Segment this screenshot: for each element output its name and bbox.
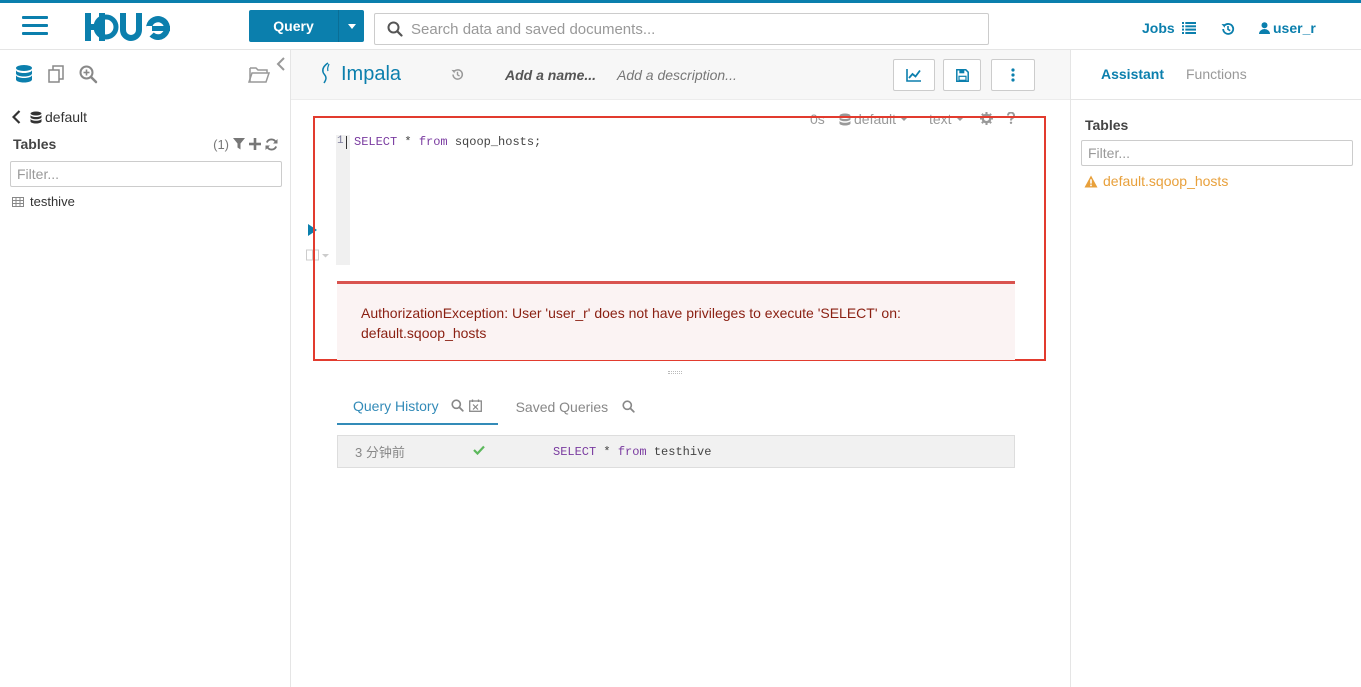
left-assist-panel: default Tables (1) testhive	[0, 50, 291, 687]
filter-icon[interactable]	[233, 138, 245, 150]
table-name: testhive	[30, 194, 75, 209]
right-assist-panel: Assistant Functions Tables default.sqoop…	[1070, 50, 1361, 687]
left-tables-filter-input[interactable]	[10, 161, 282, 187]
calendar-clear-icon[interactable]	[468, 399, 482, 412]
top-navbar: Query Jobs user_r	[0, 0, 1361, 50]
global-search-input[interactable]	[411, 20, 971, 38]
plus-icon[interactable]	[249, 138, 261, 150]
save-icon	[955, 68, 969, 82]
more-vertical-icon	[1011, 68, 1015, 82]
folder-open-icon[interactable]	[248, 64, 270, 84]
back-chevron-icon[interactable]	[12, 110, 21, 124]
editor-area: Impala Add a name... Add a description..…	[291, 50, 1070, 687]
history-query: SELECT * from testhive	[553, 445, 711, 459]
user-menu[interactable]: user_r	[1259, 20, 1316, 36]
refresh-icon[interactable]	[265, 138, 278, 151]
user-name: user_r	[1273, 20, 1316, 36]
resize-handle[interactable]	[668, 371, 682, 374]
search-icon[interactable]	[450, 399, 464, 412]
database-small-icon	[30, 111, 42, 123]
history-row[interactable]: 3 分钟前 SELECT * from testhive	[337, 435, 1015, 468]
database-icon[interactable]	[14, 64, 34, 84]
database-name: default	[45, 109, 88, 125]
user-icon	[1259, 22, 1270, 34]
history-icon[interactable]	[1221, 22, 1235, 36]
bottom-tabs: Query History Saved Queries	[337, 388, 651, 425]
jobs-link[interactable]: Jobs	[1142, 20, 1196, 36]
query-dropdown-toggle[interactable]	[338, 10, 364, 42]
assist-source-switcher	[14, 64, 98, 84]
tables-count: (1)	[213, 136, 229, 152]
query-button[interactable]: Query	[249, 10, 364, 42]
collapse-left-panel-icon[interactable]	[276, 57, 286, 71]
tables-header: Tables (1)	[13, 136, 278, 152]
right-panel-tabs: Assistant Functions	[1071, 50, 1361, 100]
save-button[interactable]	[943, 59, 981, 91]
hamburger-menu-icon[interactable]	[22, 16, 48, 36]
warning-icon	[1084, 175, 1098, 187]
sql-text: testhive	[646, 444, 712, 459]
search-zoom-icon[interactable]	[78, 64, 98, 84]
sql-keyword: SELECT	[553, 444, 597, 459]
sql-keyword: from	[617, 444, 647, 459]
tab-query-history-label: Query History	[353, 397, 439, 414]
line-chart-icon	[906, 69, 921, 82]
tables-title: Tables	[13, 136, 57, 152]
error-text-line-1: AuthorizationException: User 'user_r' do…	[361, 305, 901, 321]
query-description-field[interactable]: Add a description...	[617, 67, 737, 83]
sql-text: *	[596, 444, 618, 459]
right-tables-filter-input[interactable]	[1081, 140, 1353, 166]
more-options-button[interactable]	[991, 59, 1035, 91]
warning-table-item[interactable]: default.sqoop_hosts	[1084, 173, 1228, 189]
global-search[interactable]	[374, 13, 989, 45]
query-name-field[interactable]: Add a name...	[505, 67, 596, 83]
engine-title[interactable]: Impala	[341, 63, 401, 86]
documents-icon[interactable]	[46, 64, 66, 84]
tab-assistant[interactable]: Assistant	[1101, 66, 1164, 82]
right-tables-title: Tables	[1085, 117, 1129, 133]
search-icon	[387, 21, 403, 37]
error-text-line-2: default.sqoop_hosts	[361, 325, 487, 341]
chart-button[interactable]	[893, 59, 935, 91]
history-time: 3 分钟前	[355, 445, 405, 460]
success-check-icon	[473, 445, 485, 455]
editor-header: Impala Add a name... Add a description..…	[291, 50, 1070, 100]
chevron-down-icon	[347, 23, 356, 29]
jobs-list-icon	[1181, 22, 1196, 34]
query-button-label: Query	[273, 18, 314, 34]
table-icon	[12, 196, 24, 207]
tables-tools: (1)	[213, 137, 278, 152]
tab-saved-queries-label: Saved Queries	[515, 398, 609, 415]
tab-query-history[interactable]: Query History	[337, 388, 498, 425]
warning-table-name: default.sqoop_hosts	[1103, 173, 1229, 189]
history-small-icon[interactable]	[451, 68, 464, 81]
tab-functions[interactable]: Functions	[1186, 66, 1247, 82]
jobs-label: Jobs	[1142, 20, 1175, 36]
impala-icon	[322, 62, 330, 84]
tab-saved-queries[interactable]: Saved Queries	[500, 388, 652, 425]
hue-logo[interactable]	[82, 11, 182, 43]
error-message: AuthorizationException: User 'user_r' do…	[337, 281, 1015, 360]
database-breadcrumb[interactable]: default	[12, 109, 87, 125]
search-icon[interactable]	[622, 400, 635, 413]
table-item-testhive[interactable]: testhive	[12, 194, 75, 209]
